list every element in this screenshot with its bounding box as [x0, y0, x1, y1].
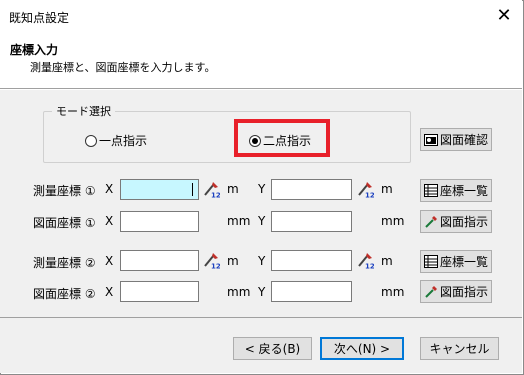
- survey-2-x-input[interactable]: [120, 250, 199, 271]
- x-label: X: [105, 285, 114, 299]
- unit-label: mm: [227, 214, 251, 228]
- drawing-2-y-input[interactable]: [271, 281, 352, 302]
- drawing-icon: [423, 133, 438, 146]
- row-label-drawing-2: 図面座標 ②: [33, 287, 96, 301]
- svg-text:123: 123: [211, 192, 220, 199]
- drawing-check-button[interactable]: 図面確認: [420, 128, 492, 151]
- radio-button[interactable]: [85, 134, 97, 147]
- unit-label: mm: [227, 285, 251, 299]
- window-title: 既知点設定: [9, 11, 70, 25]
- survey-2-y-input[interactable]: [271, 250, 352, 271]
- row-label-survey-1: 測量座標 ①: [33, 184, 96, 198]
- drawing-1-y-input[interactable]: [271, 211, 352, 232]
- unit-label: mm: [381, 285, 405, 299]
- row-label-drawing-1: 図面座標 ①: [33, 216, 96, 230]
- x-label: X: [105, 254, 114, 268]
- svg-text:123: 123: [365, 263, 374, 270]
- calculator-123-icon[interactable]: 123: [356, 180, 374, 198]
- title-bar: 既知点設定 ✕: [0, 0, 522, 33]
- svg-text:123: 123: [211, 263, 220, 270]
- unit-label: m: [381, 254, 393, 268]
- text-caret: [192, 183, 193, 196]
- y-label: Y: [258, 285, 266, 299]
- x-label: X: [105, 182, 114, 196]
- svg-text:123: 123: [365, 192, 374, 199]
- unit-label: m: [227, 182, 239, 196]
- y-label: Y: [258, 214, 266, 228]
- unit-label: m: [381, 182, 393, 196]
- back-button[interactable]: < 戻る(B): [233, 337, 312, 360]
- wizard-header: 座標入力 測量座標と、図面座標を入力します。: [0, 33, 522, 88]
- unit-label: m: [227, 254, 239, 268]
- list-icon: [423, 184, 438, 197]
- x-label: X: [105, 214, 114, 228]
- coord-list-label: 座標一覧: [439, 255, 488, 269]
- radio-single-point[interactable]: 一点指示: [85, 132, 147, 149]
- highlight-annotation-box: [234, 119, 330, 157]
- cancel-button[interactable]: キャンセル: [420, 337, 499, 360]
- coord-list-label: 座標一覧: [439, 184, 488, 198]
- y-label: Y: [258, 182, 266, 196]
- coord-list-button[interactable]: 座標一覧: [420, 250, 492, 273]
- drawing-pick-label: 図面指示: [439, 285, 488, 299]
- drawing-pick-button[interactable]: 図面指示: [420, 280, 492, 303]
- header-description: 測量座標と、図面座標を入力します。: [30, 61, 216, 74]
- header-title: 座標入力: [10, 43, 59, 57]
- row-label-survey-2: 測量座標 ②: [33, 256, 96, 270]
- mode-group-legend: モード選択: [52, 103, 115, 119]
- drawing-2-x-input[interactable]: [120, 281, 199, 302]
- next-button[interactable]: 次へ(N) >: [320, 337, 404, 360]
- calculator-123-icon[interactable]: 123: [202, 251, 220, 269]
- calculator-123-icon[interactable]: 123: [202, 180, 220, 198]
- close-icon[interactable]: ✕: [494, 6, 514, 26]
- drawing-pick-label: 図面指示: [439, 215, 488, 229]
- drawing-check-label: 図面確認: [439, 133, 488, 147]
- y-label: Y: [258, 254, 266, 268]
- eyedropper-icon: [425, 285, 437, 298]
- drawing-1-x-input[interactable]: [120, 211, 199, 232]
- coord-list-button[interactable]: 座標一覧: [420, 179, 492, 202]
- drawing-pick-button[interactable]: 図面指示: [420, 210, 492, 233]
- radio-label: 一点指示: [99, 134, 148, 148]
- survey-1-y-input[interactable]: [271, 179, 352, 200]
- calculator-123-icon[interactable]: 123: [356, 251, 374, 269]
- eyedropper-icon: [425, 215, 437, 228]
- unit-label: mm: [381, 214, 405, 228]
- list-icon: [423, 255, 438, 268]
- survey-1-x-input[interactable]: [120, 179, 199, 200]
